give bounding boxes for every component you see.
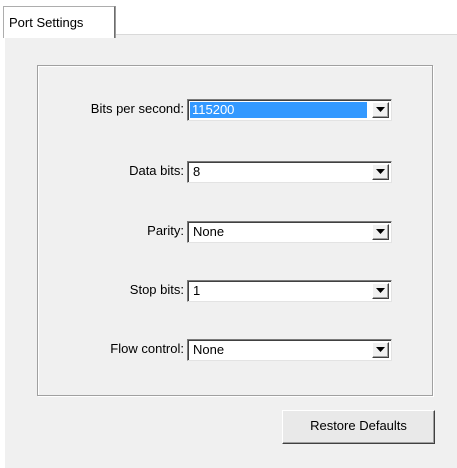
chevron-down-icon [376,288,385,293]
tab-port-settings[interactable]: Port Settings [3,6,115,38]
stop-bits-select[interactable]: 1 [187,280,392,302]
data-bits-row: Data bits: 8 [0,161,457,183]
chevron-down-icon [376,107,385,112]
chevron-down-icon [376,347,385,352]
bits-per-second-label: Bits per second: [90,101,184,116]
data-bits-select[interactable]: 8 [187,161,392,183]
parity-dropdown-button[interactable] [372,224,389,240]
parity-select[interactable]: None [187,221,392,243]
flow-control-dropdown-button[interactable] [372,342,389,358]
parity-value: None [193,224,225,239]
stop-bits-dropdown-button[interactable] [372,283,389,299]
bits-per-second-value: 115200 [190,102,367,118]
data-bits-value: 8 [193,164,201,179]
parity-row: Parity: None [0,221,457,243]
chevron-down-icon [376,169,385,174]
restore-defaults-button[interactable]: Restore Defaults [282,410,435,444]
flow-control-value: None [193,342,225,357]
stop-bits-value: 1 [193,283,201,298]
flow-control-select[interactable]: None [187,339,392,361]
bits-per-second-row: Bits per second: 115200 [0,99,457,121]
tab-port-settings-label: Port Settings [9,15,84,30]
flow-control-label: Flow control: [110,341,184,356]
port-settings-dialog: Port Settings Bits per second: 115200 Da… [0,0,457,468]
data-bits-dropdown-button[interactable] [372,164,389,180]
stop-bits-row: Stop bits: 1 [0,280,457,302]
flow-control-row: Flow control: None [0,339,457,361]
chevron-down-icon [376,229,385,234]
bits-per-second-dropdown-button[interactable] [372,102,389,118]
parity-label: Parity: [147,223,184,238]
stop-bits-label: Stop bits: [129,282,184,297]
data-bits-label: Data bits: [129,163,184,178]
bits-per-second-select[interactable]: 115200 [187,99,392,121]
